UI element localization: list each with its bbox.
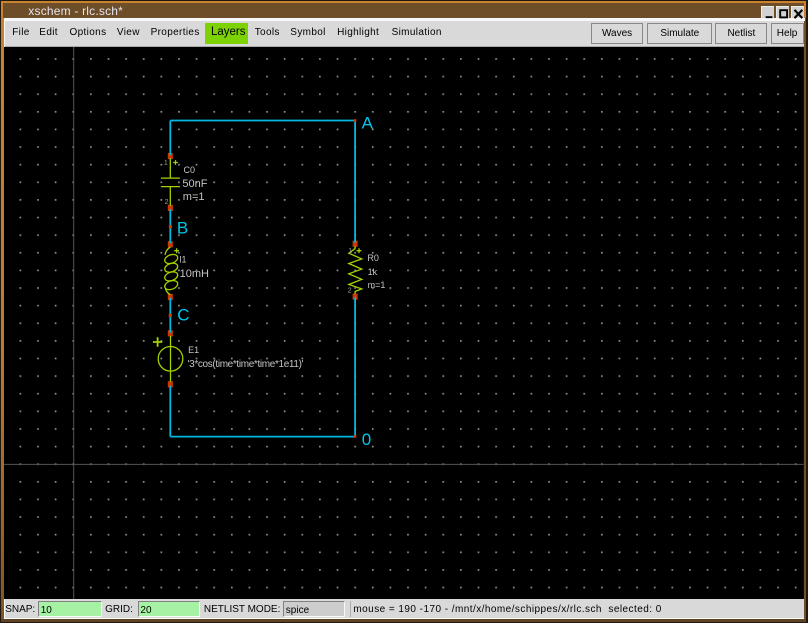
svg-text:R0: R0 (367, 253, 379, 263)
svg-text:1: 1 (164, 160, 168, 167)
svg-text:2: 2 (165, 199, 169, 206)
svg-text:C0: C0 (184, 165, 196, 175)
svg-text:l1: l1 (180, 254, 187, 264)
svg-text:1: 1 (348, 248, 352, 255)
svg-text:B: B (177, 218, 188, 237)
svg-text:m=1: m=1 (368, 280, 386, 290)
svg-text:m=1: m=1 (183, 191, 205, 203)
svg-text:2: 2 (348, 287, 352, 294)
svg-text:C: C (177, 305, 189, 324)
svg-text:50nF: 50nF (182, 178, 207, 190)
svg-text:'3*cos(time*time*time*1e11)': '3*cos(time*time*time*1e11)' (188, 359, 304, 370)
svg-text:0: 0 (362, 430, 371, 449)
svg-text:A: A (362, 113, 374, 132)
svg-text:10mH: 10mH (180, 268, 209, 280)
svg-text:E1: E1 (188, 345, 199, 355)
svg-text:1k: 1k (368, 267, 378, 277)
